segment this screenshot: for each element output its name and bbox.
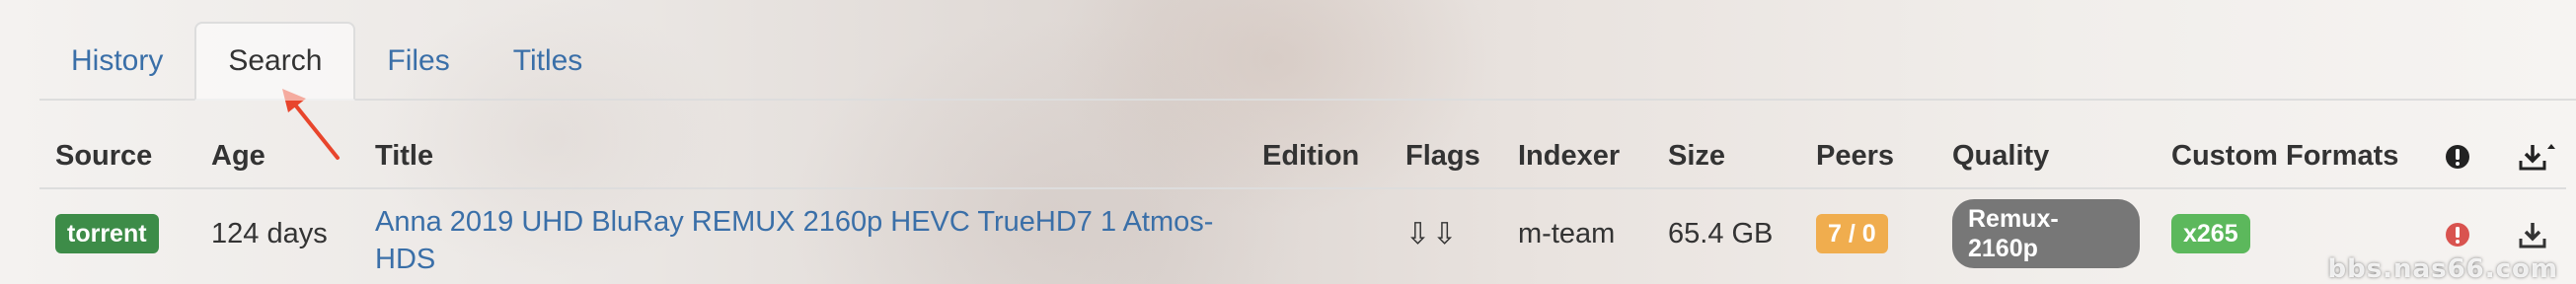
exclamation-circle-icon (2446, 144, 2469, 169)
quality-cell: Remux-2160p (1936, 188, 2156, 278)
quality-badge: Remux-2160p (1952, 199, 2140, 268)
tab-bar: History Search Files Titles (39, 18, 2576, 101)
header-edition[interactable]: Edition (1247, 124, 1390, 189)
release-title-link[interactable]: Anna 2019 UHD BluRay REMUX 2160p HEVC Tr… (375, 189, 1231, 278)
header-custom-formats[interactable]: Custom Formats (2156, 124, 2428, 189)
source-cell: torrent (39, 188, 195, 278)
header-size[interactable]: Size (1652, 124, 1800, 189)
header-download[interactable] (2501, 124, 2566, 189)
header-quality[interactable]: Quality (1936, 124, 2156, 189)
edition-cell (1247, 188, 1390, 278)
tab-titles[interactable]: Titles (482, 22, 615, 101)
header-indexer[interactable]: Indexer (1502, 124, 1652, 189)
header-peers[interactable]: Peers (1800, 124, 1936, 189)
indexer-cell: m-team (1518, 217, 1616, 249)
header-source[interactable]: Source (39, 124, 195, 189)
age-cell: 124 days (211, 217, 328, 249)
table-row: torrent 124 days Anna 2019 UHD BluRay RE… (39, 188, 2566, 278)
download-icon[interactable] (2517, 219, 2548, 250)
tab-history[interactable]: History (39, 22, 194, 101)
download-flags-icon: ⇩⇩ (1405, 217, 1460, 250)
peers-badge: 7 / 0 (1816, 214, 1888, 253)
tab-search[interactable]: Search (194, 22, 356, 101)
header-age[interactable]: Age (195, 124, 359, 189)
header-flags[interactable]: Flags (1390, 124, 1502, 189)
flags-cell: ⇩⇩ (1390, 188, 1502, 278)
search-results-table: Source Age Title Edition Flags Indexer S… (39, 124, 2566, 278)
table-header-row: Source Age Title Edition Flags Indexer S… (39, 124, 2566, 189)
download-sort-icon (2519, 143, 2555, 171)
custom-format-badge: x265 (2171, 214, 2250, 253)
peers-cell: 7 / 0 (1800, 188, 1936, 278)
header-title[interactable]: Title (359, 124, 1247, 189)
title-cell: Anna 2019 UHD BluRay REMUX 2160p HEVC Tr… (359, 188, 1247, 278)
watermark: bbs.nas66.com (2327, 254, 2558, 284)
tab-files[interactable]: Files (355, 22, 481, 101)
source-badge: torrent (55, 214, 159, 253)
exclamation-circle-icon[interactable] (2444, 221, 2471, 248)
header-rejections[interactable] (2428, 124, 2501, 189)
size-cell: 65.4 GB (1668, 217, 1774, 249)
